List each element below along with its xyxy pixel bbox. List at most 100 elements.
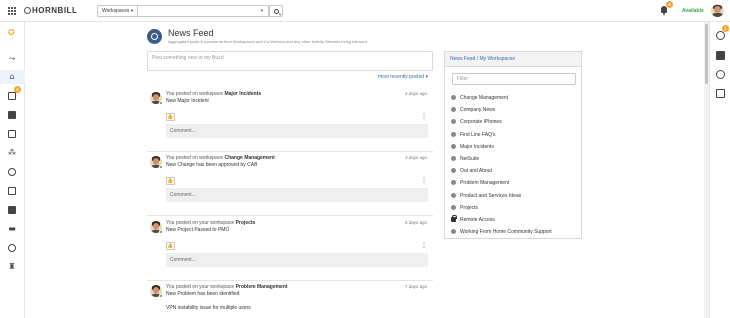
nav-home[interactable]: ⌂ <box>0 70 25 84</box>
workspace-icon <box>451 229 456 235</box>
like-icon[interactable]: 👍 <box>166 113 175 121</box>
workspace-item[interactable]: Change Management <box>451 94 579 106</box>
nav-mail[interactable]: 5 <box>0 86 25 103</box>
workspace-icon <box>451 95 456 100</box>
search-input[interactable]: ▼ <box>138 5 269 17</box>
board-icon <box>8 111 16 119</box>
filter-input[interactable]: Filter <box>452 73 576 85</box>
star-icon: ✪ <box>8 28 15 37</box>
sort-dropdown[interactable]: most recently posted ▾ <box>378 74 428 80</box>
post-header: You posted on your workspace Problem Man… <box>166 284 288 290</box>
post-time: 2 days ago <box>404 91 427 96</box>
nav-groups[interactable]: ⁂ <box>0 146 25 160</box>
like-icon[interactable]: 👍 <box>166 242 175 250</box>
search-icon <box>274 9 279 14</box>
workspace-icon <box>451 192 456 198</box>
nav-services[interactable] <box>0 203 25 217</box>
page-title: News Feed <box>168 28 214 38</box>
like-icon[interactable]: 👍 <box>166 177 175 185</box>
post-text: New Problem has been identified <box>166 291 240 297</box>
more-options-icon[interactable]: ⋮ <box>421 242 427 249</box>
comment-input[interactable]: Comment... <box>166 124 428 138</box>
nav-board[interactable] <box>0 108 25 122</box>
workspace-item[interactable]: Problem Management <box>451 179 579 191</box>
nav-contacts[interactable] <box>0 241 25 255</box>
workspace-item[interactable]: Remote Access <box>451 214 579 228</box>
right-rail: 1 <box>709 22 730 318</box>
post-header: You posted on workspace Major Incidents <box>166 91 262 97</box>
organization-icon: ♜ <box>8 262 16 271</box>
chevron-down-icon[interactable]: ▼ <box>260 8 264 13</box>
tasks-badge: 1 <box>722 25 729 32</box>
divider <box>147 215 433 216</box>
mail-badge: 5 <box>14 86 21 93</box>
workspace-icon <box>451 107 456 113</box>
comment-input[interactable]: Comment... <box>166 253 428 267</box>
route-icon: ⤳ <box>8 54 16 63</box>
groups-icon: ⁂ <box>8 148 16 157</box>
workspace-item[interactable]: Working From Home Community Support <box>451 228 579 240</box>
home-icon: ⌂ <box>9 72 15 81</box>
online-indicator <box>159 101 163 105</box>
online-indicator <box>159 165 163 169</box>
chat-icon <box>8 168 16 176</box>
workspace-link[interactable]: Projects <box>236 220 256 226</box>
notification-badge: 9 <box>666 1 673 8</box>
workspace-icon <box>451 119 456 125</box>
post-text: New Major Incident <box>166 98 209 104</box>
divider <box>147 280 433 281</box>
online-indicator <box>159 230 163 234</box>
comment-input[interactable]: Comment... <box>166 188 428 202</box>
scrollbar-thumb[interactable] <box>705 24 708 84</box>
post-text: New Project Passed to PMO <box>166 227 230 233</box>
more-options-icon[interactable]: ⋮ <box>421 113 427 120</box>
search-button[interactable] <box>269 5 283 17</box>
workspace-icon <box>451 204 456 210</box>
nav-routing[interactable]: ⤳ <box>0 52 25 66</box>
nav-organization[interactable]: ♜ <box>0 260 25 274</box>
chat-icon[interactable] <box>716 70 725 79</box>
workspace-link[interactable]: Change Management <box>224 155 274 161</box>
post-body-text: VPN instability issue for multiple users <box>166 305 251 311</box>
workspace-list: Change Management Company News Corporate… <box>451 94 579 240</box>
workspace-item[interactable]: NetSuite <box>451 155 579 167</box>
people-icon[interactable] <box>716 89 725 98</box>
nav-chat[interactable] <box>0 165 25 179</box>
hornbill-logo[interactable]: HORNBILL <box>24 6 77 15</box>
post-time: 6 days ago <box>404 220 427 225</box>
news-feed-icon <box>147 29 162 44</box>
workspace-item[interactable]: Major Incidents <box>451 143 579 155</box>
new-post-input[interactable]: Post something new to my Buzz! <box>147 51 433 71</box>
workspace-link[interactable]: Major Incidents <box>224 91 261 97</box>
nav-book[interactable] <box>0 127 25 141</box>
workspace-icon <box>451 180 456 186</box>
workspace-icon <box>451 168 456 174</box>
nav-delivery[interactable]: ▬ <box>0 222 25 236</box>
workspace-icon <box>451 143 456 149</box>
workspace-item[interactable]: Out and About <box>451 167 579 179</box>
documents-icon <box>8 187 16 195</box>
post-text: New Change has been approved by CAB <box>166 162 258 168</box>
top-bar: HORNBILL Workspaces ▼ ▼ 9 Available <box>0 0 730 22</box>
divider <box>147 151 433 152</box>
tasks-icon[interactable] <box>716 31 725 40</box>
nav-docs[interactable] <box>0 184 25 198</box>
workspace-item[interactable]: Projects <box>451 204 579 216</box>
workspace-icon <box>451 155 456 161</box>
mail-icon <box>8 92 16 100</box>
user-avatar[interactable] <box>711 4 724 17</box>
status-label[interactable]: Available <box>682 8 704 14</box>
more-options-icon[interactable]: ⋮ <box>421 177 427 184</box>
panel-header[interactable]: News Feed / My Workspaces <box>445 52 581 67</box>
workspace-item[interactable]: Company News <box>451 106 579 118</box>
workspace-link[interactable]: Problem Management <box>236 284 288 290</box>
book-icon <box>8 130 16 138</box>
workspace-item[interactable]: First Line FAQ's <box>451 131 579 143</box>
bookmark-icon[interactable] <box>716 51 725 60</box>
workspace-select[interactable]: Workspaces ▼ <box>97 5 138 17</box>
apps-grid-icon[interactable] <box>8 7 16 15</box>
nav-favorites[interactable]: ✪ <box>0 26 25 40</box>
workspace-item[interactable]: Corporate iPhones <box>451 118 579 130</box>
left-nav: ✪ ⤳ ⌂ 5 ⁂ ▬ ♜ <box>0 22 25 318</box>
workspace-item[interactable]: Product and Services Ideas <box>451 192 579 204</box>
